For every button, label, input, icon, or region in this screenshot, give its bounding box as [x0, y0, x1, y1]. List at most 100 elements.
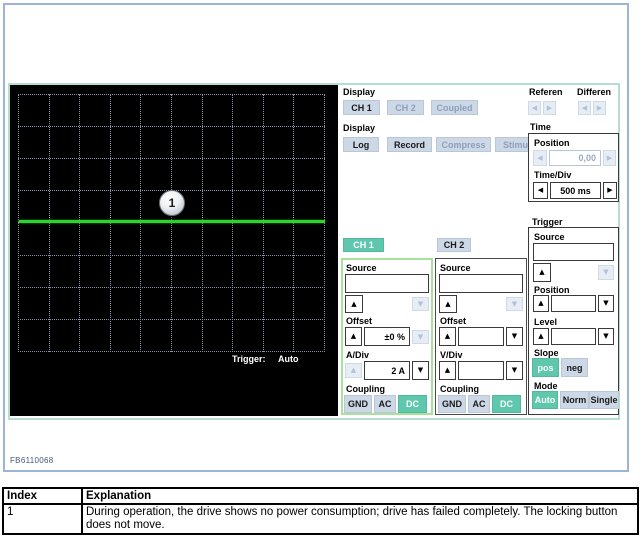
log-button[interactable]: Log	[343, 137, 379, 152]
timediv-field[interactable]: 500 ms	[550, 182, 601, 199]
ch1-offset-field[interactable]: ±0 %	[364, 327, 410, 346]
arrow-down-icon: ▼	[418, 367, 423, 374]
record-button[interactable]: Record	[387, 137, 432, 152]
ch1-offset-down-button[interactable]: ▼	[412, 330, 429, 344]
arrow-right-icon: ▶	[607, 187, 612, 194]
trigger-position-up-button[interactable]: ▲	[533, 295, 549, 312]
trigger-source-down-button[interactable]: ▼	[598, 265, 614, 280]
differen-next-button[interactable]: ▶	[593, 101, 606, 115]
ch1-source-down-button[interactable]: ▼	[412, 297, 429, 311]
ch2-coupling-dc-button[interactable]: DC	[492, 395, 521, 413]
index-column-header: Index	[3, 488, 82, 504]
ch1-source-up-button[interactable]: ▲	[345, 295, 363, 313]
mode-single-button[interactable]: Single	[589, 391, 619, 409]
oscilloscope-diagnostic-window: 1 Trigger: Auto Display CH 1 CH 2 Couple…	[0, 0, 641, 547]
ch1-div-down-button[interactable]: ▼	[412, 361, 429, 380]
arrow-right-icon: ▶	[597, 105, 602, 112]
arrow-down-icon: ▼	[603, 300, 608, 307]
trace-line	[19, 220, 325, 223]
arrow-left-icon: ◀	[582, 105, 587, 112]
arrow-up-icon: ▲	[539, 269, 544, 276]
display-ch2-button[interactable]: CH 2	[387, 100, 424, 115]
trigger-source-up-button[interactable]: ▲	[533, 263, 551, 282]
trigger-position-down-button[interactable]: ▼	[598, 295, 614, 312]
ch2-select-button[interactable]: CH 2	[437, 238, 471, 252]
ch1-coupling-gnd-button[interactable]: GND	[344, 395, 372, 413]
arrow-down-icon: ▼	[603, 269, 608, 276]
display-ch1-button[interactable]: CH 1	[343, 100, 380, 115]
referen-next-button[interactable]: ▶	[543, 101, 556, 115]
arrow-up-icon: ▲	[445, 367, 450, 374]
timediv-decrement-button[interactable]: ◀	[533, 182, 548, 199]
ch2-coupling-label: Coupling	[440, 384, 479, 394]
ch2-div-down-button[interactable]: ▼	[506, 361, 523, 380]
ch2-div-field[interactable]	[458, 361, 504, 380]
compress-button[interactable]: Compress	[436, 137, 491, 152]
referen-prev-button[interactable]: ◀	[528, 101, 541, 115]
differen-label: Differen	[577, 87, 611, 97]
ch1-offset-label: Offset	[346, 316, 372, 326]
trigger-level-up-button[interactable]: ▲	[533, 328, 549, 345]
display-channels-label: Display	[343, 87, 375, 97]
arrow-left-icon: ◀	[537, 155, 542, 162]
ch2-coupling-ac-button[interactable]: AC	[468, 395, 490, 413]
arrow-right-icon: ▶	[547, 105, 552, 112]
callout-number: 1	[169, 196, 176, 210]
slope-pos-button[interactable]: pos	[532, 358, 559, 377]
ch2-source-down-button[interactable]: ▼	[506, 297, 523, 311]
ch2-div-up-button[interactable]: ▲	[439, 361, 456, 380]
ch2-coupling-gnd-button[interactable]: GND	[438, 395, 466, 413]
referen-label: Referen	[529, 87, 563, 97]
trigger-label: Trigger	[532, 217, 563, 227]
ch1-offset-up-button[interactable]: ▲	[345, 327, 362, 346]
trigger-level-field[interactable]	[551, 328, 596, 345]
ch1-div-field[interactable]: 2 A	[364, 361, 410, 380]
ch1-coupling-dc-button[interactable]: DC	[398, 395, 427, 413]
arrow-down-icon: ▼	[418, 334, 423, 341]
trigger-mode-label: Mode	[534, 381, 558, 391]
timediv-increment-button[interactable]: ▶	[603, 182, 617, 199]
trigger-status-value: Auto	[278, 354, 299, 364]
arrow-up-icon: ▲	[538, 333, 543, 340]
ch1-source-field[interactable]	[345, 274, 429, 293]
slope-neg-button[interactable]: neg	[561, 358, 588, 377]
arrow-down-icon: ▼	[512, 333, 517, 340]
timediv-label: Time/Div	[534, 170, 571, 180]
ch2-div-label: V/Div	[440, 350, 463, 360]
display-coupled-button[interactable]: Coupled	[431, 100, 478, 115]
time-position-increment-button[interactable]: ▶	[603, 150, 616, 166]
ch2-offset-up-button[interactable]: ▲	[439, 327, 456, 346]
scope-display: 1 Trigger: Auto	[10, 85, 338, 416]
differen-prev-button[interactable]: ◀	[578, 101, 591, 115]
arrow-down-icon: ▼	[512, 301, 517, 308]
mode-norm-button[interactable]: Norm	[560, 391, 589, 409]
ch2-offset-down-button[interactable]: ▼	[506, 327, 523, 346]
trigger-slope-label: Slope	[534, 348, 559, 358]
ch2-source-up-button[interactable]: ▲	[439, 295, 457, 313]
arrow-left-icon: ◀	[538, 187, 543, 194]
time-position-field[interactable]: 0,00	[549, 150, 601, 166]
ch2-offset-field[interactable]	[458, 327, 504, 346]
trigger-position-label: Position	[534, 285, 570, 295]
time-position-label: Position	[534, 138, 570, 148]
mode-auto-button[interactable]: Auto	[532, 391, 558, 409]
index-cell: 1	[3, 504, 82, 534]
ch1-select-button[interactable]: CH 1	[343, 238, 384, 252]
ch1-coupling-ac-button[interactable]: AC	[374, 395, 396, 413]
scope-grid	[18, 94, 325, 352]
arrow-up-icon: ▲	[351, 367, 356, 374]
trigger-level-down-button[interactable]: ▼	[598, 328, 614, 345]
table-row: 1 During operation, the drive shows no p…	[3, 504, 638, 534]
explanation-cell: During operation, the drive shows no pow…	[82, 504, 638, 534]
trigger-status-label: Trigger:	[232, 354, 266, 364]
trigger-source-label: Source	[534, 232, 565, 242]
time-position-decrement-button[interactable]: ◀	[533, 150, 547, 166]
arrow-up-icon: ▲	[538, 300, 543, 307]
callout-marker: 1	[159, 190, 185, 216]
trigger-position-field[interactable]	[551, 295, 596, 312]
ch2-source-field[interactable]	[439, 274, 523, 293]
ch1-div-up-button[interactable]: ▲	[345, 363, 362, 378]
arrow-left-icon: ◀	[532, 105, 537, 112]
arrow-up-icon: ▲	[445, 301, 450, 308]
trigger-source-field[interactable]	[533, 243, 614, 261]
